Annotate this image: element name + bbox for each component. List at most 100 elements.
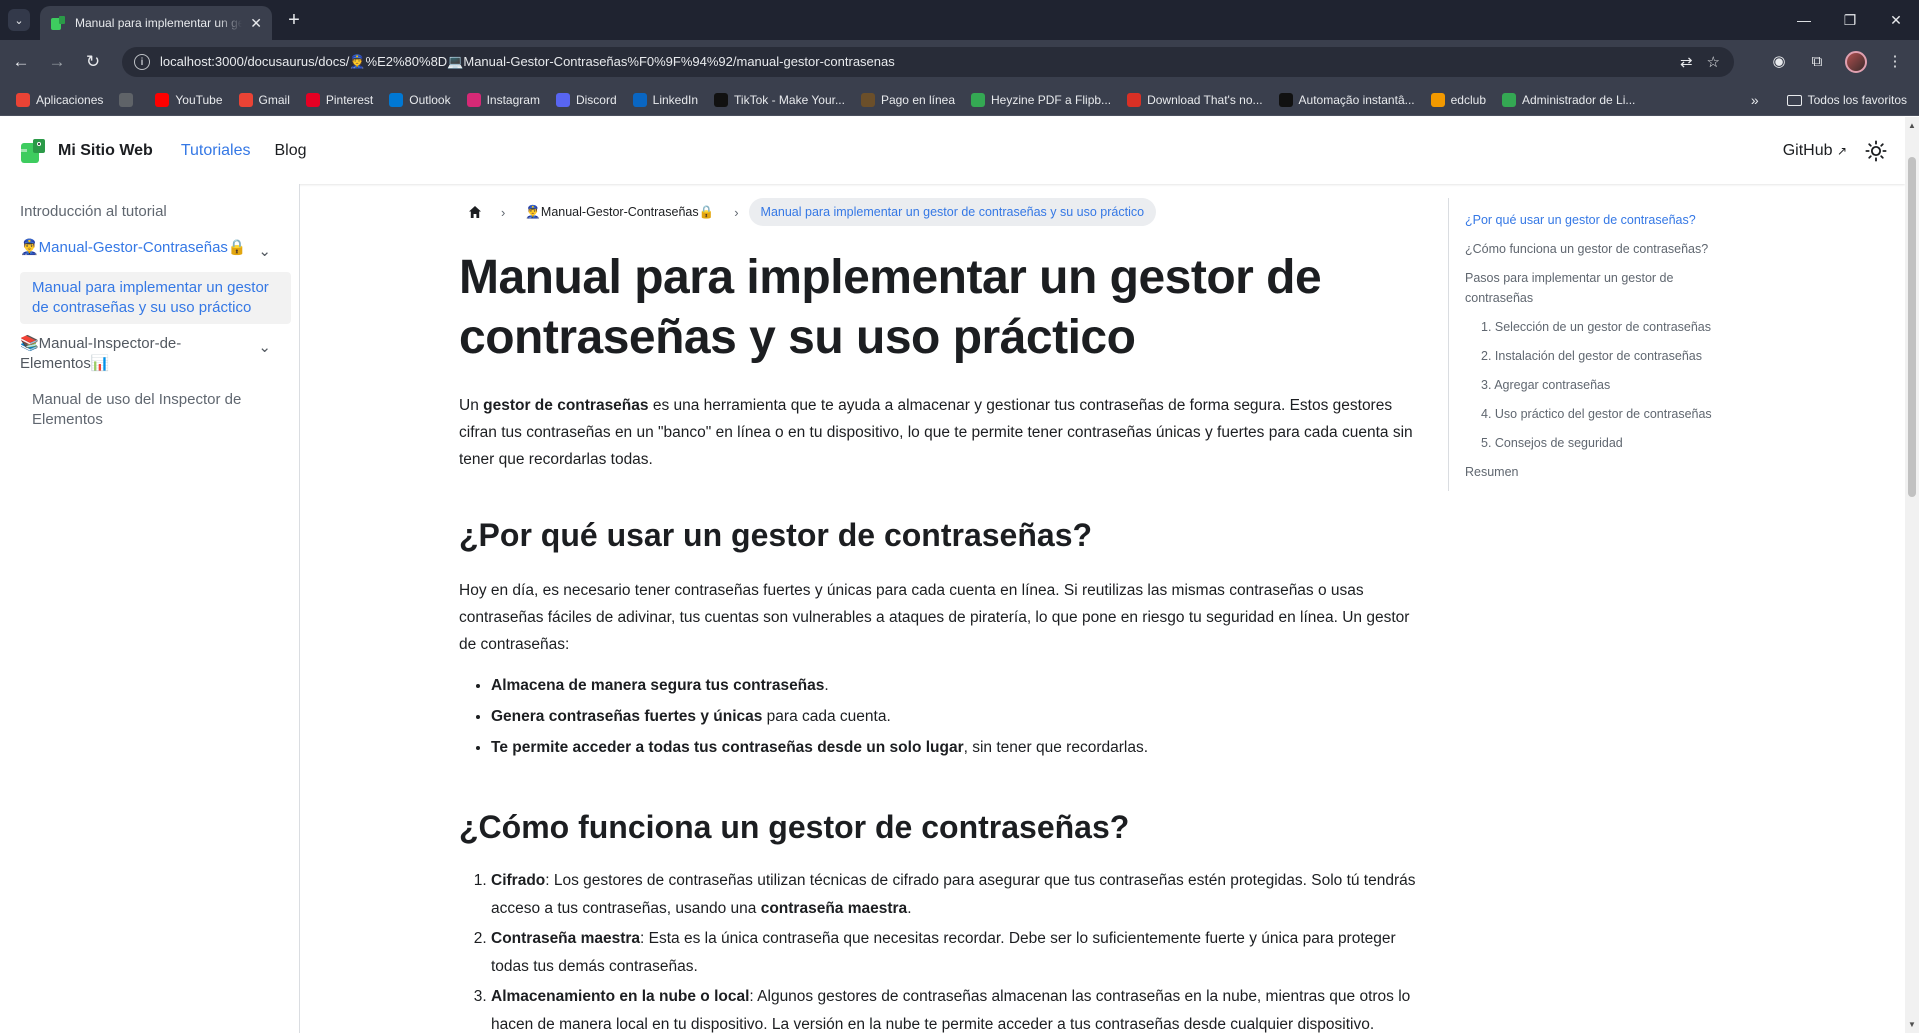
bookmark-item[interactable]: Heyzine PDF a Flipb...: [971, 92, 1111, 107]
more-bookmarks-icon[interactable]: »: [1751, 92, 1759, 108]
bookmark-item[interactable]: LinkedIn: [632, 92, 699, 107]
bookmark-label: Pago en línea: [880, 92, 956, 107]
toc-item[interactable]: 5. Consejos de seguridad: [1481, 433, 1738, 453]
toc-item[interactable]: 2. Instalación del gestor de contraseñas: [1481, 346, 1738, 366]
breadcrumb-separator-icon: ›: [734, 204, 739, 220]
tab-title: Manual para implementar un gestor de con…: [75, 16, 243, 30]
bookmark-item[interactable]: Automação instantâ...: [1278, 92, 1415, 107]
bookmark-item[interactable]: [119, 92, 139, 107]
home-icon[interactable]: [459, 198, 491, 226]
bookmark-item[interactable]: Pago en línea: [860, 92, 956, 107]
bookmark-label: Automação instantâ...: [1298, 92, 1415, 107]
administrador-icon: [1502, 92, 1516, 107]
list-item: Te permite acceder a todas tus contraseñ…: [491, 734, 1417, 761]
bookmark-label: Aplicaciones: [36, 92, 104, 107]
new-tab-button[interactable]: +: [282, 8, 306, 32]
screenshot-extension-icon[interactable]: ◉: [1769, 51, 1789, 71]
list-item-bold: Genera contraseñas fuertes y únicas: [491, 708, 763, 725]
toc-item[interactable]: Pasos para implementar un gestor de cont…: [1465, 268, 1738, 308]
scroll-down-icon[interactable]: ▼: [1908, 1020, 1916, 1029]
bookmark-label: Discord: [575, 92, 617, 107]
bookmark-star-icon[interactable]: ☆: [1707, 53, 1720, 71]
list-item: Almacena de manera segura tus contraseña…: [491, 672, 1417, 699]
list-item-text: para cada cuenta.: [762, 708, 891, 725]
browser-toolbar: ← → ↻ i localhost:3000/docusaurus/docs/👮…: [0, 40, 1919, 84]
close-tab-icon[interactable]: ✕: [250, 15, 262, 32]
scrollbar-thumb[interactable]: [1908, 157, 1916, 497]
toc-item[interactable]: Resumen: [1465, 462, 1738, 482]
page-scrollbar[interactable]: ▲ ▼: [1905, 117, 1919, 1033]
breadcrumb-category[interactable]: 👮‍♂️Manual-Gestor-Contraseñas🔒: [515, 199, 724, 226]
bookmark-item[interactable]: Gmail: [238, 92, 290, 107]
bookmark-item[interactable]: Aplicaciones: [16, 92, 104, 107]
breadcrumb-separator-icon: ›: [501, 204, 506, 220]
why-paragraph: Hoy en día, es necesario tener contraseñ…: [459, 582, 1410, 653]
all-bookmarks-label[interactable]: Todos los favoritos: [1808, 93, 1907, 107]
sidebar-item-intro[interactable]: Introducción al tutorial: [8, 196, 291, 228]
bookmark-item[interactable]: edclub: [1430, 92, 1486, 107]
sidebar-category-gestor[interactable]: 👮‍♂️Manual-Gestor-Contraseñas🔒 ⌄: [8, 232, 291, 268]
site-info-icon[interactable]: i: [134, 54, 150, 70]
bookmark-label: edclub: [1450, 92, 1486, 107]
chevron-down-icon[interactable]: ⌄: [250, 242, 279, 262]
github-label: GitHub: [1782, 141, 1833, 159]
intro-paragraph: Un gestor de contraseñas es una herramie…: [459, 392, 1417, 473]
edclub-icon: [1430, 92, 1445, 107]
nav-blog[interactable]: Blog: [274, 142, 306, 160]
youtube-icon: [155, 92, 170, 107]
bookmark-label: Gmail: [258, 92, 290, 107]
page-title: Manual para implementar un gestor de con…: [459, 251, 1322, 364]
menu-kebab-icon[interactable]: ⋮: [1885, 51, 1905, 71]
theme-toggle-sun-icon[interactable]: [1865, 139, 1887, 162]
tab-search-button[interactable]: ⌄: [8, 9, 30, 31]
bookmark-item[interactable]: Pinterest: [305, 92, 374, 107]
bookmark-label: Pinterest: [325, 92, 374, 107]
browser-tab[interactable]: Manual para implementar un gestor de con…: [40, 6, 272, 40]
forward-icon[interactable]: →: [46, 51, 68, 73]
grid-icon: [119, 92, 134, 107]
list-item-text: , sin tener que recordarlas.: [963, 739, 1148, 756]
address-bar[interactable]: i localhost:3000/docusaurus/docs/👮%E2%80…: [122, 47, 1734, 77]
bookmark-item[interactable]: Discord: [555, 92, 617, 107]
bookmark-item[interactable]: Download That's no...: [1127, 92, 1263, 107]
intro-bold: gestor de contraseñas: [483, 397, 649, 414]
site-brand[interactable]: Mi Sitio Web: [58, 142, 153, 160]
bookmark-item[interactable]: Instagram: [466, 92, 540, 107]
chevron-down-icon[interactable]: ⌄: [250, 338, 279, 358]
toc-item[interactable]: 4. Uso práctico del gestor de contraseña…: [1481, 404, 1738, 424]
breadcrumb: › 👮‍♂️Manual-Gestor-Contraseñas🔒 › Manua…: [459, 196, 1417, 228]
toc-item[interactable]: ¿Por qué usar un gestor de contraseñas?: [1465, 210, 1738, 230]
toc-item[interactable]: 1. Selección de un gestor de contraseñas: [1481, 317, 1738, 337]
close-window-icon[interactable]: ✕: [1873, 0, 1919, 40]
scroll-up-icon[interactable]: ▲: [1908, 121, 1916, 130]
sidebar-category-inspector[interactable]: 📚Manual-Inspector-de-Elementos📊 ⌄: [8, 328, 291, 380]
profile-avatar[interactable]: [1845, 51, 1867, 73]
bookmark-item[interactable]: Outlook: [389, 92, 451, 107]
docusaurus-logo-icon[interactable]: [18, 136, 48, 166]
bookmark-label: YouTube: [175, 92, 223, 107]
back-icon[interactable]: ←: [10, 51, 32, 73]
bookmark-item[interactable]: YouTube: [155, 92, 223, 107]
bookmark-label: LinkedIn: [652, 92, 699, 107]
toc-item[interactable]: ¿Cómo funciona un gestor de contraseñas?: [1465, 239, 1738, 259]
list-item-text: .: [824, 677, 829, 694]
extensions-puzzle-icon[interactable]: ⧉: [1807, 51, 1827, 71]
nav-tutoriales[interactable]: Tutoriales: [181, 142, 251, 160]
discord-icon: [555, 92, 570, 107]
toc-item[interactable]: 3. Agregar contraseñas: [1481, 375, 1738, 395]
reload-icon[interactable]: ↻: [82, 51, 104, 73]
table-of-contents: ¿Por qué usar un gestor de contraseñas? ¿…: [1448, 198, 1738, 491]
breadcrumb-current: Manual para implementar un gestor de con…: [748, 198, 1157, 226]
github-link[interactable]: GitHub ↗: [1783, 142, 1847, 160]
bookmark-item[interactable]: TikTok - Make Your...: [714, 92, 845, 107]
doc-content: › 👮‍♂️Manual-Gestor-Contraseñas🔒 › Manua…: [459, 184, 1417, 1033]
sidebar-item-manual-inspector[interactable]: Manual de uso del Inspector de Elementos: [20, 384, 291, 436]
restore-icon[interactable]: ❐: [1827, 0, 1873, 40]
intro-pre: Un: [459, 397, 484, 414]
bookmark-item[interactable]: Administrador de Li...: [1502, 92, 1635, 107]
heading-why: ¿Por qué usar un gestor de contraseñas?: [459, 517, 1093, 553]
translate-icon[interactable]: ⇄: [1680, 53, 1693, 71]
minimize-icon[interactable]: —: [1781, 0, 1827, 40]
sidebar-item-manual-gestor[interactable]: Manual para implementar un gestor de con…: [20, 272, 291, 324]
sidebar-category-inspector-label: 📚Manual-Inspector-de-Elementos📊: [20, 335, 182, 372]
